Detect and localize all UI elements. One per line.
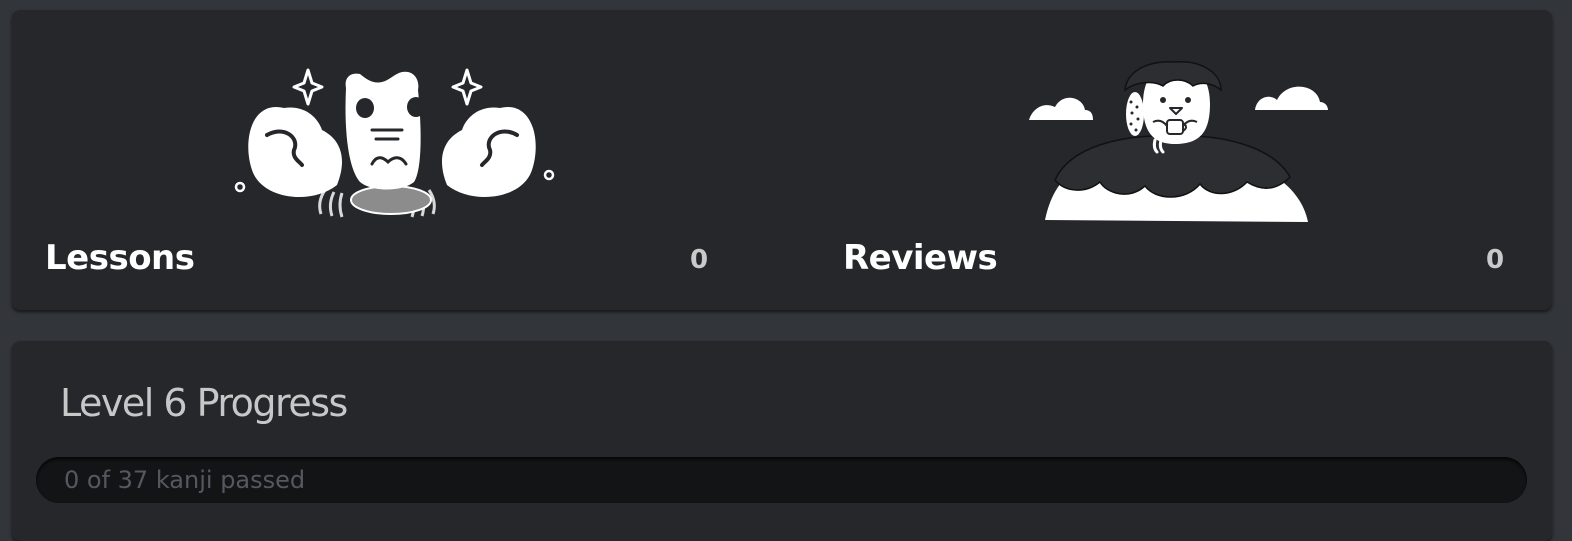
lessons-reviews-panel: Lessons 0 Reviews 0: [12, 10, 1552, 310]
lessons-count: 0: [690, 245, 709, 275]
reviews-button[interactable]: Reviews 0: [810, 10, 1572, 310]
crab-mascot-icon: [234, 68, 555, 218]
kanji-progress-status: 0 of 37 kanji passed: [64, 466, 306, 494]
level-progress-title: Level 6 Progress: [60, 381, 348, 425]
kanji-progress-bar: 0 of 37 kanji passed: [36, 457, 1527, 503]
reviews-count: 0: [1486, 245, 1505, 275]
reviews-label: Reviews: [843, 238, 998, 278]
lessons-label: Lessons: [45, 238, 195, 278]
lessons-button[interactable]: Lessons 0: [12, 10, 782, 310]
level-progress-panel: Level 6 Progress 0 of 37 kanji passed: [12, 341, 1552, 541]
mountain-mascot-icon: [1029, 61, 1328, 222]
